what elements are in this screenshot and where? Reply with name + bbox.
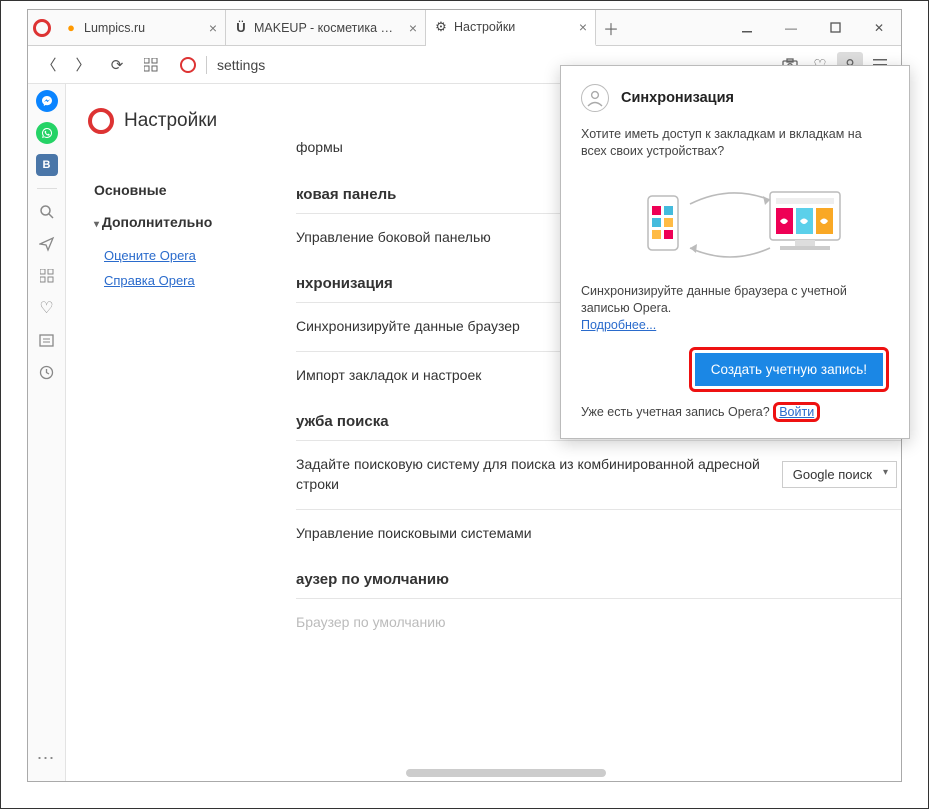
- popup-header: Синхронизация: [581, 84, 889, 112]
- sync-illustration: [581, 176, 889, 271]
- avatar-icon: [581, 84, 609, 112]
- window-controls: — ✕: [725, 10, 901, 45]
- section-header-default-browser: аузер по умолчанию: [296, 557, 901, 598]
- sidebar: B ♡ ⋯: [28, 84, 66, 781]
- highlight-frame: Войти: [773, 402, 820, 422]
- close-tab-icon[interactable]: ×: [579, 19, 587, 35]
- back-button[interactable]: 〈: [36, 52, 62, 78]
- search-engine-select[interactable]: Google поиск: [782, 461, 897, 488]
- favicon-lumpics-icon: ●: [64, 21, 78, 35]
- maximize-button[interactable]: [813, 10, 857, 45]
- news-icon[interactable]: [36, 329, 58, 351]
- opera-icon: [33, 19, 51, 37]
- opera-icon: [180, 57, 196, 73]
- separator: [206, 56, 207, 74]
- tab-settings[interactable]: ⚙ Настройки ×: [426, 10, 596, 46]
- scrollbar-thumb[interactable]: [406, 769, 606, 777]
- close-window-button[interactable]: ✕: [857, 10, 901, 45]
- help-opera-link[interactable]: Справка Opera: [104, 273, 280, 288]
- minimize-button[interactable]: [725, 10, 769, 45]
- send-icon[interactable]: [36, 233, 58, 255]
- learn-more-link[interactable]: Подробнее...: [581, 318, 656, 332]
- new-tab-button[interactable]: ＋: [596, 10, 626, 45]
- horizontal-scrollbar[interactable]: [306, 767, 887, 779]
- tab-label: MAKEUP - косметика и па: [254, 21, 399, 35]
- nav-advanced[interactable]: Дополнительно: [88, 206, 280, 238]
- rate-opera-link[interactable]: Оцените Opera: [104, 248, 280, 263]
- popup-description: Синхронизируйте данные браузера с учетно…: [581, 283, 889, 334]
- messenger-icon[interactable]: [36, 90, 58, 112]
- history-icon[interactable]: [36, 361, 58, 383]
- opera-menu-button[interactable]: [28, 10, 56, 45]
- popup-question: Хотите иметь доступ к закладкам и вкладк…: [581, 126, 889, 160]
- tab-strip: ● Lumpics.ru × Ü MAKEUP - косметика и па…: [28, 10, 901, 46]
- close-tab-icon[interactable]: ×: [209, 20, 217, 36]
- speed-dial-button[interactable]: [138, 52, 164, 78]
- tab-lumpics[interactable]: ● Lumpics.ru ×: [56, 10, 226, 45]
- favicon-makeup-icon: Ü: [234, 21, 248, 35]
- close-tab-icon[interactable]: ×: [409, 20, 417, 36]
- minimize-alt-button[interactable]: —: [769, 10, 813, 45]
- tab-label: Настройки: [454, 20, 569, 34]
- reload-button[interactable]: ⟳: [104, 52, 130, 78]
- gear-icon: ⚙: [434, 20, 448, 34]
- sidebar-more-icon[interactable]: ⋯: [37, 748, 57, 769]
- settings-row[interactable]: Задайте поисковую систему для поиска из …: [296, 440, 901, 508]
- create-account-button[interactable]: Создать учетную запись!: [695, 353, 883, 386]
- sync-popup: Синхронизация Хотите иметь доступ к закл…: [560, 65, 910, 439]
- settings-row[interactable]: Браузер по умолчанию: [296, 598, 901, 647]
- whatsapp-icon[interactable]: [36, 122, 58, 144]
- grid-icon[interactable]: [36, 265, 58, 287]
- opera-icon: [88, 108, 114, 134]
- highlight-frame: Создать учетную запись!: [689, 347, 889, 392]
- settings-nav: Настройки Основные Дополнительно Оцените…: [66, 84, 296, 781]
- settings-title-row: Настройки: [88, 108, 280, 134]
- vk-icon[interactable]: B: [36, 154, 58, 176]
- heart-icon[interactable]: ♡: [36, 297, 58, 319]
- search-icon[interactable]: [36, 201, 58, 223]
- settings-row[interactable]: Управление поисковыми системами: [296, 509, 901, 558]
- login-link[interactable]: Войти: [779, 405, 814, 419]
- page-title: Настройки: [124, 110, 217, 132]
- url-text: settings: [217, 57, 265, 73]
- nav-basic[interactable]: Основные: [88, 174, 280, 206]
- tab-makeup[interactable]: Ü MAKEUP - косметика и па ×: [226, 10, 426, 45]
- popup-title: Синхронизация: [621, 90, 734, 106]
- forward-button[interactable]: 〉: [70, 52, 96, 78]
- tab-label: Lumpics.ru: [84, 21, 199, 35]
- already-have-account: Уже есть учетная запись Opera? Войти: [581, 402, 889, 422]
